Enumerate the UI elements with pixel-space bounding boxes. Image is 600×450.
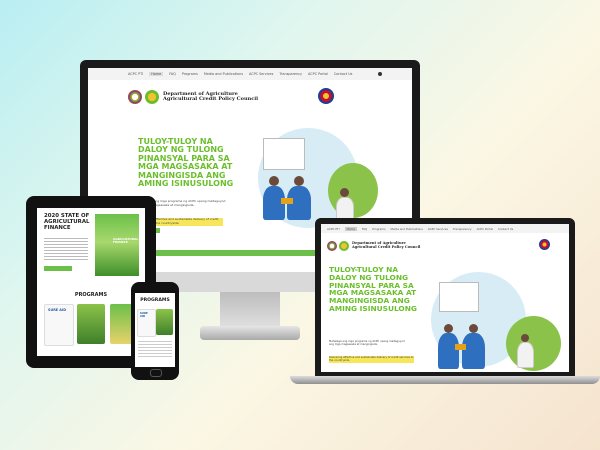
laptop-nav-item[interactable]: Home xyxy=(344,226,357,231)
desktop-nav-bar: ACPC PTI Home FAQ Programs Media and Pub… xyxy=(88,68,412,80)
desktop-nav-item[interactable]: Contact Us xyxy=(334,72,353,76)
laptop-nav-item[interactable]: ACPC Services xyxy=(428,227,448,231)
laptop-nav-item[interactable]: Programs xyxy=(372,227,385,231)
monitor-base xyxy=(200,326,300,340)
phone-home-button[interactable] xyxy=(150,369,162,377)
laptop-header: Department of Agriculture Agricultural C… xyxy=(321,237,569,255)
report-title: 2020 STATE OF AGRICULTURAL FINANCE xyxy=(44,213,90,231)
laptop-nav-item[interactable]: Media and Publications xyxy=(391,227,423,231)
hero-highlight: Delivering effective and sustainable del… xyxy=(329,356,414,363)
bagong-pilipinas-logo-icon xyxy=(318,88,334,104)
laptop-nav-item[interactable]: Contact Us xyxy=(498,227,513,231)
desktop-nav-item[interactable]: Transparency xyxy=(279,72,302,76)
desktop-nav-item[interactable]: ACPC Portal xyxy=(308,72,328,76)
report-body-text xyxy=(44,238,88,262)
acpc-logo-icon xyxy=(339,241,349,251)
hero-title: TULOY-TULOY NA DALOY NG TULONG PINANSYAL… xyxy=(138,137,234,188)
program-card[interactable] xyxy=(77,304,105,344)
org-subname: Agricultural Credit Policy Council xyxy=(352,245,421,249)
report-cover-image: AGRICULTURAL FINANCE xyxy=(95,214,139,276)
program-card-text xyxy=(138,341,172,359)
laptop-screen: ACPC PTI Home FAQ Programs Media and Pub… xyxy=(321,224,569,372)
desktop-nav-item[interactable]: Home xyxy=(149,72,164,76)
org-subname: Agricultural Credit Policy Council xyxy=(163,96,259,102)
desktop-nav-item[interactable]: ACPC Services xyxy=(249,72,273,76)
programs-heading: PROGRAMS xyxy=(140,298,170,303)
desktop-nav-item[interactable]: Programs xyxy=(182,72,198,76)
hero-body: Mahalaga ang mga programa ng ACPC upang … xyxy=(329,340,405,347)
laptop-base xyxy=(290,376,600,384)
laptop-nav-bar: ACPC PTI Home FAQ Programs Media and Pub… xyxy=(321,224,569,233)
program-card-title: SURE AID xyxy=(48,308,67,312)
da-seal-icon xyxy=(128,90,142,104)
laptop-nav-item[interactable]: Transparency xyxy=(453,227,472,231)
report-cover-text: AGRICULTURAL FINANCE xyxy=(113,237,139,245)
desktop-nav-item[interactable]: FAQ xyxy=(169,72,176,76)
program-card[interactable]: SURE AID xyxy=(137,309,156,337)
bagong-pilipinas-logo-icon xyxy=(539,239,550,250)
search-icon[interactable] xyxy=(378,72,383,76)
desktop-nav-item[interactable]: ACPC PTI xyxy=(128,72,143,76)
laptop-nav-item[interactable]: ACPC PTI xyxy=(327,227,340,231)
program-card[interactable] xyxy=(156,309,173,335)
acpc-logo-icon xyxy=(145,90,159,104)
desktop-nav-item[interactable]: Media and Publications xyxy=(204,72,243,76)
program-card[interactable]: SURE AID xyxy=(44,304,74,346)
program-card-title: SURE AID xyxy=(140,312,148,318)
phone-screen: PROGRAMS SURE AID xyxy=(135,293,175,367)
laptop-nav-item[interactable]: ACPC Portal xyxy=(477,227,493,231)
hero-title: TULOY-TULOY NA DALOY NG TULONG PINANSYAL… xyxy=(329,265,417,313)
monitor-stand xyxy=(220,292,280,328)
report-button[interactable] xyxy=(44,266,72,271)
desktop-header: Department of Agriculture Agricultural C… xyxy=(88,84,412,110)
laptop-nav-item[interactable]: FAQ xyxy=(362,227,367,231)
tablet-screen: 2020 STATE OF AGRICULTURAL FINANCE AGRIC… xyxy=(37,208,145,356)
programs-heading: PROGRAMS xyxy=(74,292,108,298)
da-seal-icon xyxy=(327,241,337,251)
